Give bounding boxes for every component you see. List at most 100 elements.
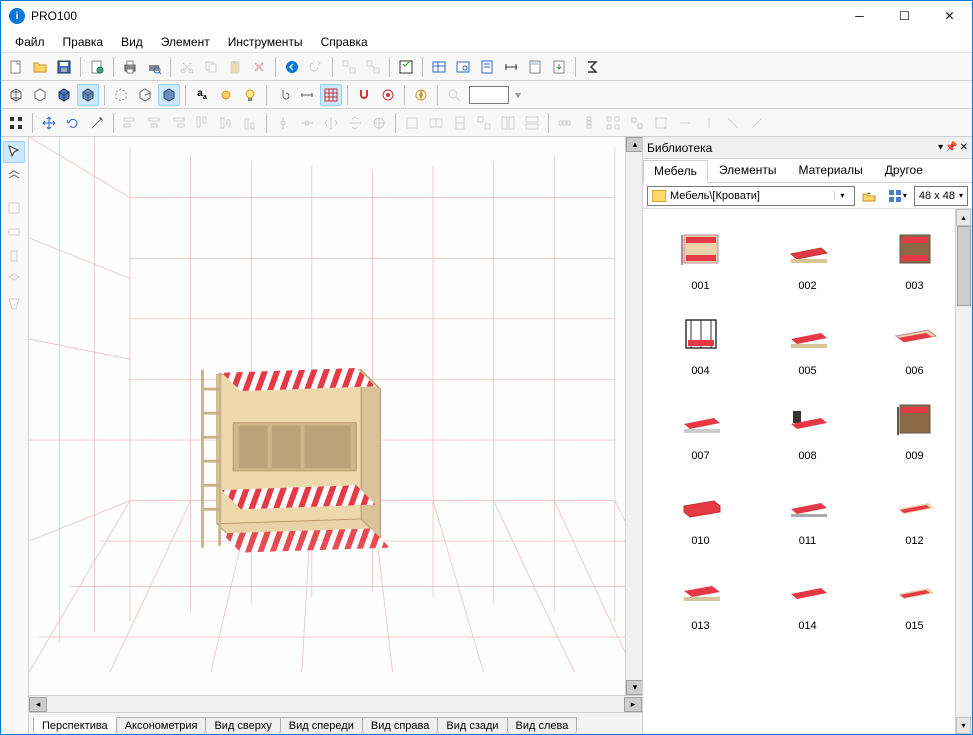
panel4-tool-icon[interactable] [3, 269, 25, 291]
library-path-field[interactable]: Мебель\[Кровати] ▾ [647, 186, 855, 206]
cut-icon[interactable] [176, 56, 198, 78]
align-top-icon[interactable] [191, 112, 213, 134]
arrange-2-icon[interactable] [425, 112, 447, 134]
align-bottom-icon[interactable] [239, 112, 261, 134]
rotate-tool-icon[interactable] [62, 112, 84, 134]
undo-icon[interactable] [281, 56, 303, 78]
library-pin-icon[interactable]: 📌 [945, 142, 957, 153]
library-item[interactable]: 004 [647, 302, 754, 381]
print-preview-icon[interactable] [143, 56, 165, 78]
scroll-left-icon[interactable]: ◂ [29, 697, 47, 712]
panel3-tool-icon[interactable] [3, 245, 25, 267]
scroll-right-icon[interactable]: ▸ [624, 697, 642, 712]
tab-top[interactable]: Вид сверху [205, 717, 280, 734]
distribute-h-icon[interactable] [272, 112, 294, 134]
solid-icon[interactable] [53, 84, 75, 106]
array-5-icon[interactable] [650, 112, 672, 134]
array-9-icon[interactable] [746, 112, 768, 134]
tab-right[interactable]: Вид справа [362, 717, 439, 734]
ungroup-icon[interactable] [362, 56, 384, 78]
library-icon[interactable] [428, 56, 450, 78]
library-dropdown-icon[interactable]: ▾ [938, 142, 943, 153]
find-icon[interactable] [452, 56, 474, 78]
library-item[interactable]: 001 [647, 217, 754, 296]
menu-file[interactable]: Файл [7, 33, 53, 51]
library-item[interactable]: 002 [754, 217, 861, 296]
library-path-dropdown-icon[interactable]: ▾ [834, 191, 850, 200]
arrange-5-icon[interactable] [497, 112, 519, 134]
panel5-tool-icon[interactable] [3, 293, 25, 315]
lib-tab-materials[interactable]: Материалы [788, 159, 874, 182]
calc-icon[interactable] [524, 56, 546, 78]
tab-back[interactable]: Вид сзади [437, 717, 507, 734]
light-bulb-icon[interactable] [239, 84, 261, 106]
menu-help[interactable]: Справка [313, 33, 376, 51]
library-up-icon[interactable] [858, 185, 880, 207]
report-icon[interactable] [476, 56, 498, 78]
library-item[interactable]: 014 [754, 557, 861, 636]
menu-tools[interactable]: Инструменты [220, 33, 311, 51]
zoom-dropdown-icon[interactable]: ▾ [511, 84, 525, 106]
close-button[interactable]: ✕ [927, 1, 972, 31]
lib-tab-elements[interactable]: Элементы [708, 159, 788, 182]
save-icon[interactable] [53, 56, 75, 78]
group-icon[interactable] [338, 56, 360, 78]
section-tool-icon[interactable] [3, 165, 25, 187]
library-item[interactable]: 006 [861, 302, 968, 381]
dimensions-icon[interactable] [500, 56, 522, 78]
target-icon[interactable] [377, 84, 399, 106]
textured-icon[interactable] [77, 84, 99, 106]
arrange-4-icon[interactable] [473, 112, 495, 134]
lib-tab-furniture[interactable]: Мебель [643, 160, 708, 183]
viewport-hscroll[interactable]: ◂ ▸ [29, 695, 642, 712]
paste-icon[interactable] [224, 56, 246, 78]
library-item[interactable]: 012 [861, 472, 968, 551]
draw-tool-icon[interactable] [86, 112, 108, 134]
maximize-button[interactable]: ☐ [882, 1, 927, 31]
lib-scroll-thumb[interactable] [957, 226, 971, 306]
zoom-field[interactable] [469, 86, 509, 104]
library-item[interactable]: 015 [861, 557, 968, 636]
tab-left[interactable]: Вид слева [507, 717, 578, 734]
snap-icon[interactable] [353, 84, 375, 106]
text-label-icon[interactable]: aa [191, 84, 213, 106]
flip-v-icon[interactable] [344, 112, 366, 134]
page-setup-icon[interactable] [86, 56, 108, 78]
align-middle-v-icon[interactable] [215, 112, 237, 134]
sum-icon[interactable] [581, 56, 603, 78]
array-3-icon[interactable] [602, 112, 624, 134]
redo-icon[interactable] [305, 56, 327, 78]
library-item[interactable]: 003 [861, 217, 968, 296]
viewport-vscroll[interactable]: ▴ ▾ [625, 137, 642, 695]
hook-icon[interactable] [272, 84, 294, 106]
properties-icon[interactable] [395, 56, 417, 78]
library-view-icon[interactable]: ▾ [883, 185, 911, 207]
move-tool-icon[interactable] [38, 112, 60, 134]
library-item[interactable]: 008 [754, 387, 861, 466]
view-shaded-icon[interactable] [158, 84, 180, 106]
lib-scroll-up-icon[interactable]: ▴ [956, 209, 971, 226]
view-transparent-icon[interactable] [110, 84, 132, 106]
array-4-icon[interactable] [626, 112, 648, 134]
dimension-line-icon[interactable] [296, 84, 318, 106]
view-edges-icon[interactable] [134, 84, 156, 106]
hidden-line-icon[interactable] [29, 84, 51, 106]
library-item[interactable]: 010 [647, 472, 754, 551]
library-item[interactable]: 007 [647, 387, 754, 466]
library-item[interactable]: 013 [647, 557, 754, 636]
export-icon[interactable] [548, 56, 570, 78]
arrange-3-icon[interactable] [449, 112, 471, 134]
new-icon[interactable] [5, 56, 27, 78]
tab-front[interactable]: Вид спереди [280, 717, 363, 734]
rotate-target-icon[interactable] [368, 112, 390, 134]
align-right-icon[interactable] [167, 112, 189, 134]
array-8-icon[interactable] [722, 112, 744, 134]
library-item[interactable]: 005 [754, 302, 861, 381]
align-left-icon[interactable] [119, 112, 141, 134]
pointer-tool-icon[interactable] [3, 141, 25, 163]
viewport-3d[interactable] [29, 137, 625, 695]
panel-tool-icon[interactable] [3, 197, 25, 219]
grid-toggle-icon[interactable] [320, 84, 342, 106]
zoom-icon[interactable] [443, 84, 465, 106]
library-item[interactable]: 009 [861, 387, 968, 466]
